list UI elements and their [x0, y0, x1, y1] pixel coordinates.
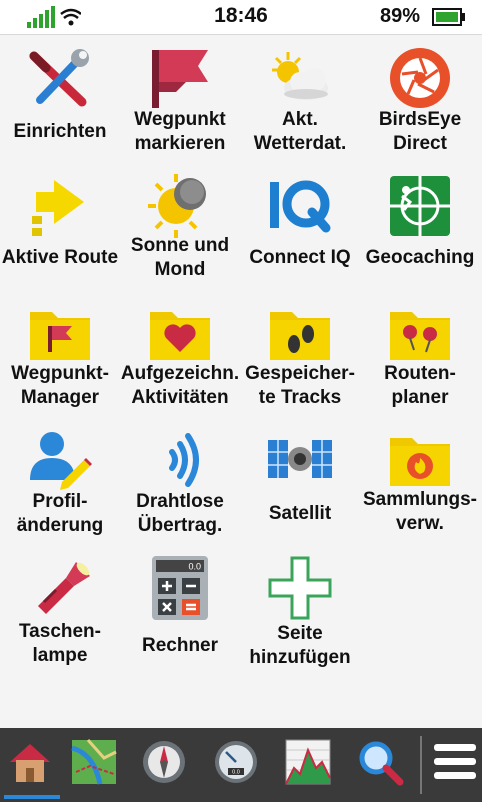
app-seite-hinzufuegen[interactable]: Seite hinzufügen: [240, 550, 360, 676]
sun-moon-icon: [148, 174, 206, 238]
app-label: Satellit: [268, 503, 332, 524]
tracks-folder-icon: [270, 312, 330, 360]
gauge-icon: 0.0: [215, 741, 257, 783]
app-label: Gespeicher- te Tracks: [245, 363, 355, 408]
app-label: Einrichten: [13, 121, 107, 142]
app-gespeicherte-tracks[interactable]: Gespeicher- te Tracks: [240, 296, 360, 422]
gauge-display: 0.0: [232, 770, 240, 776]
app-label: Drahtlose Übertrag.: [136, 491, 224, 536]
collection-folder-icon: [390, 438, 450, 486]
app-rechner[interactable]: 0.0 Rechner: [120, 550, 240, 676]
wireless-icon: [169, 433, 199, 487]
nav-home[interactable]: [0, 728, 60, 802]
app-wegpunkt-manager[interactable]: Wegpunkt- Manager: [0, 296, 120, 422]
app-aktive-route[interactable]: Aktive Route: [0, 168, 120, 294]
nav-separator: [420, 736, 422, 794]
app-routenplaner[interactable]: Routen- planer: [360, 296, 480, 422]
nav-map[interactable]: [64, 728, 124, 802]
flag-icon: [152, 50, 208, 108]
app-label: Profil- änderung: [16, 491, 104, 536]
app-connect-iq[interactable]: Connect IQ: [240, 168, 360, 294]
app-aktivitaeten[interactable]: Aufgezeichn. Aktivitäten: [120, 296, 240, 422]
app-label: Taschen- lampe: [18, 621, 101, 666]
calculator-icon: 0.0: [152, 556, 208, 620]
app-label: Aufgezeichn. Aktivitäten: [120, 363, 240, 408]
heart-folder-icon: [150, 312, 210, 360]
birdseye-icon: [390, 48, 450, 108]
app-label: Seite hinzufügen: [249, 623, 351, 668]
app-wegpunkt-markieren[interactable]: Wegpunkt markieren: [120, 40, 240, 166]
pins-folder-icon: [390, 312, 450, 360]
app-sammlungsverwaltung[interactable]: Sammlungs- verw.: [360, 422, 480, 548]
connect-iq-icon: [270, 180, 331, 233]
home-icon: [10, 744, 50, 782]
app-label: Geocaching: [365, 247, 475, 268]
nav-trip-computer[interactable]: 0.0: [206, 728, 266, 802]
app-wetter[interactable]: Akt. Wetterdat.: [240, 40, 360, 166]
compass-icon: [143, 741, 185, 783]
flashlight-icon: [38, 562, 90, 614]
app-label: Sammlungs- verw.: [362, 489, 478, 534]
calculator-display: 0.0: [188, 562, 201, 572]
status-bar: 18:46 89%: [0, 0, 482, 35]
app-taschenlampe[interactable]: Taschen- lampe: [0, 550, 120, 676]
app-birdseye[interactable]: BirdsEye Direct: [360, 40, 480, 166]
app-profilaenderung[interactable]: Profil- änderung: [0, 422, 120, 548]
nav-menu[interactable]: [424, 728, 482, 802]
elevation-icon: [285, 739, 331, 785]
search-icon: [359, 741, 404, 786]
app-label: BirdsEye Direct: [378, 109, 462, 154]
nav-search[interactable]: [350, 728, 410, 802]
app-sonne-mond[interactable]: Sonne und Mond: [120, 168, 240, 294]
profile-icon: [30, 432, 92, 490]
weather-icon: [272, 52, 328, 100]
route-arrow-icon: [32, 180, 84, 236]
add-page-icon: [268, 556, 332, 620]
app-label: Aktive Route: [1, 247, 119, 268]
active-indicator: [4, 795, 60, 799]
waypoint-folder-icon: [30, 312, 90, 360]
nav-elevation[interactable]: [278, 728, 338, 802]
app-label: Routen- planer: [384, 363, 456, 408]
app-label: Wegpunkt- Manager: [11, 363, 109, 408]
app-label: Connect IQ: [249, 247, 351, 268]
satellite-icon: [268, 440, 332, 478]
tools-icon: [29, 49, 89, 107]
menu-icon: [434, 744, 476, 779]
app-label: Rechner: [141, 635, 219, 656]
app-einrichten[interactable]: Einrichten: [0, 40, 120, 166]
geocaching-icon: [390, 176, 450, 236]
bottom-nav-bar: 0.0: [0, 728, 482, 802]
app-label: Akt. Wetterdat.: [253, 109, 347, 154]
battery-percent: 89%: [379, 5, 420, 27]
battery-icon: [432, 8, 465, 26]
app-drahtlose-uebertragung[interactable]: Drahtlose Übertrag.: [120, 422, 240, 548]
map-icon: [71, 739, 117, 785]
app-satellit[interactable]: Satellit: [240, 422, 360, 548]
nav-compass[interactable]: [134, 728, 194, 802]
app-label: Sonne und Mond: [130, 235, 230, 280]
app-label: Wegpunkt markieren: [134, 109, 226, 154]
app-geocaching[interactable]: Geocaching: [360, 168, 480, 294]
